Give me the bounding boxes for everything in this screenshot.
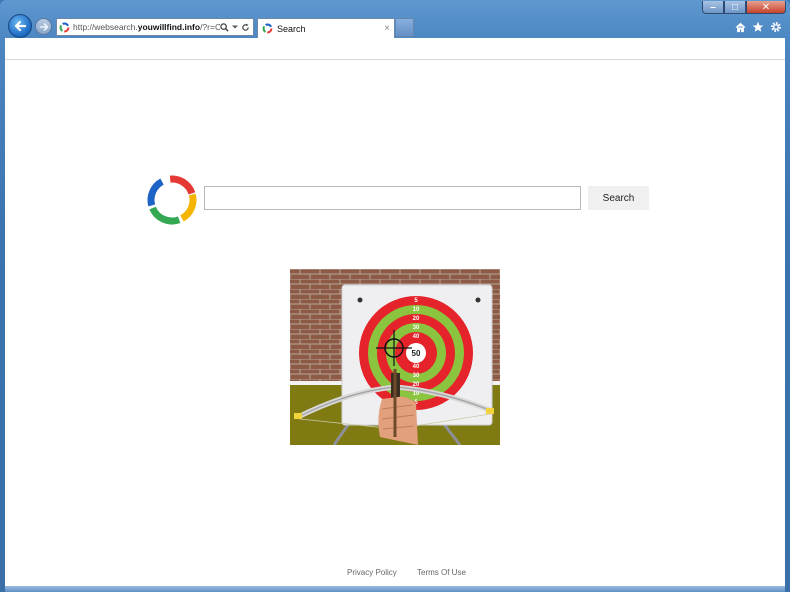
close-window-button[interactable]: ✕ [746,1,786,14]
arrow-left-icon [14,20,27,32]
search-button[interactable]: Search [588,186,649,210]
gear-icon[interactable] [770,21,782,33]
command-bar [5,38,785,60]
address-url: http://websearch.youwillfind.info/?r=C [73,22,220,32]
back-button[interactable] [8,14,32,38]
ring-label: 40 [413,364,420,370]
tab-search[interactable]: Search × [257,18,395,38]
search-icon[interactable] [220,22,229,32]
page-content: Search 5 10 20 30 40 40 30 20 10 50 Priv… [5,60,785,586]
favorites-star-icon[interactable] [752,21,764,33]
address-bar[interactable]: http://websearch.youwillfind.info/?r=C [56,18,254,36]
refresh-icon[interactable] [241,23,250,32]
ring-label: 30 [413,373,420,379]
terms-of-use-link[interactable]: Terms Of Use [417,568,466,577]
browser-window: – □ ✕ http://websearch.youwillfind.info/… [0,0,790,592]
privacy-policy-link[interactable]: Privacy Policy [347,568,397,577]
ring-label: 40 [413,334,420,340]
new-tab-button[interactable] [396,18,414,37]
dropdown-chevron-icon[interactable] [232,24,238,30]
home-icon[interactable] [735,22,746,33]
search-input[interactable] [204,186,581,210]
ring-label: 10 [413,307,420,313]
ring-label: 30 [413,325,420,331]
tab-label: Search [277,23,306,34]
browser-tools [735,21,782,33]
site-favicon-icon [59,22,70,32]
tab-close-icon[interactable]: × [384,23,394,34]
ring-label: 20 [413,316,420,322]
bullseye-label: 50 [412,349,421,358]
window-controls: – □ ✕ [702,1,786,14]
archery-target-image: 5 10 20 30 40 40 30 20 10 5 50 [290,269,500,445]
maximize-button[interactable]: □ [724,1,746,14]
window-bottom-border [5,586,785,592]
arrow-right-icon [39,22,48,31]
minimize-button[interactable]: – [702,1,724,14]
forward-button[interactable] [35,18,52,35]
tab-favicon-icon [262,23,273,34]
site-logo [147,175,197,225]
address-tools [220,22,253,32]
